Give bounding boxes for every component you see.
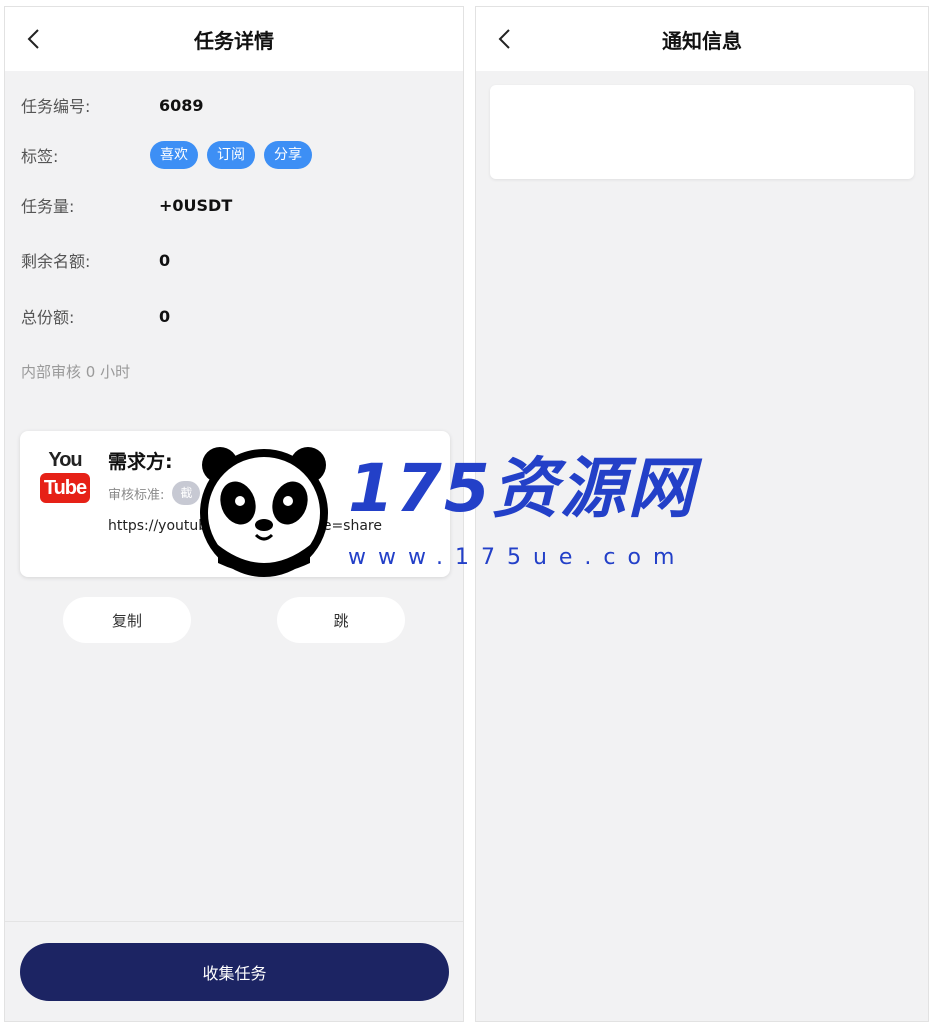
screenshot-badge[interactable]: 截 <box>172 481 201 505</box>
total-row: 总份额: 0 <box>21 301 170 331</box>
remaining-value: 0 <box>159 250 171 270</box>
task-amount-label: 任务量: <box>21 197 75 216</box>
site-watermark: 175资源网 www.175ue.com <box>198 445 728 580</box>
task-amount-value: +0USDT <box>159 195 233 215</box>
review-note: 内部审核 0 小时 <box>21 363 131 381</box>
page-title: 任务详情 <box>194 28 274 53</box>
task-number-label: 任务编号: <box>21 97 91 116</box>
tag-subscribe: 订阅 <box>207 141 255 169</box>
notification-card <box>490 85 914 179</box>
top-bar: 通知信息 <box>476 7 928 71</box>
tag-like: 喜欢 <box>150 141 198 169</box>
back-arrow-icon[interactable] <box>494 27 518 51</box>
panda-logo-icon <box>200 447 328 577</box>
tags-row: 标签: 喜欢 订阅 分享 <box>21 140 312 170</box>
youtube-logo-tube: Tube <box>40 473 90 503</box>
total-value: 0 <box>159 306 171 326</box>
tag-list: 喜欢 订阅 分享 <box>150 141 312 169</box>
review-criteria: 审核标准: 截 <box>108 481 201 505</box>
tags-label: 标签: <box>21 147 59 166</box>
task-number-row: 任务编号: 6089 <box>21 90 204 120</box>
copy-button[interactable]: 复制 <box>63 597 191 643</box>
watermark-text: 175资源网 <box>348 450 696 527</box>
tag-share: 分享 <box>264 141 312 169</box>
youtube-logo-you: You <box>48 449 82 471</box>
total-label: 总份额: <box>21 308 75 327</box>
collect-task-button[interactable]: 收集任务 <box>20 943 449 1001</box>
page-title: 通知信息 <box>662 28 742 53</box>
review-criteria-label: 审核标准: <box>108 487 165 503</box>
remaining-label: 剩余名额: <box>21 252 91 271</box>
youtube-logo: You Tube <box>40 449 90 505</box>
task-number-value: 6089 <box>159 95 204 115</box>
back-arrow-icon[interactable] <box>23 27 47 51</box>
remaining-row: 剩余名额: 0 <box>21 245 170 275</box>
top-bar: 任务详情 <box>5 7 463 71</box>
requester-title: 需求方: <box>108 451 173 473</box>
jump-button[interactable]: 跳 <box>277 597 405 643</box>
task-amount-row: 任务量: +0USDT <box>21 190 232 220</box>
watermark-url: www.175ue.com <box>348 545 687 570</box>
